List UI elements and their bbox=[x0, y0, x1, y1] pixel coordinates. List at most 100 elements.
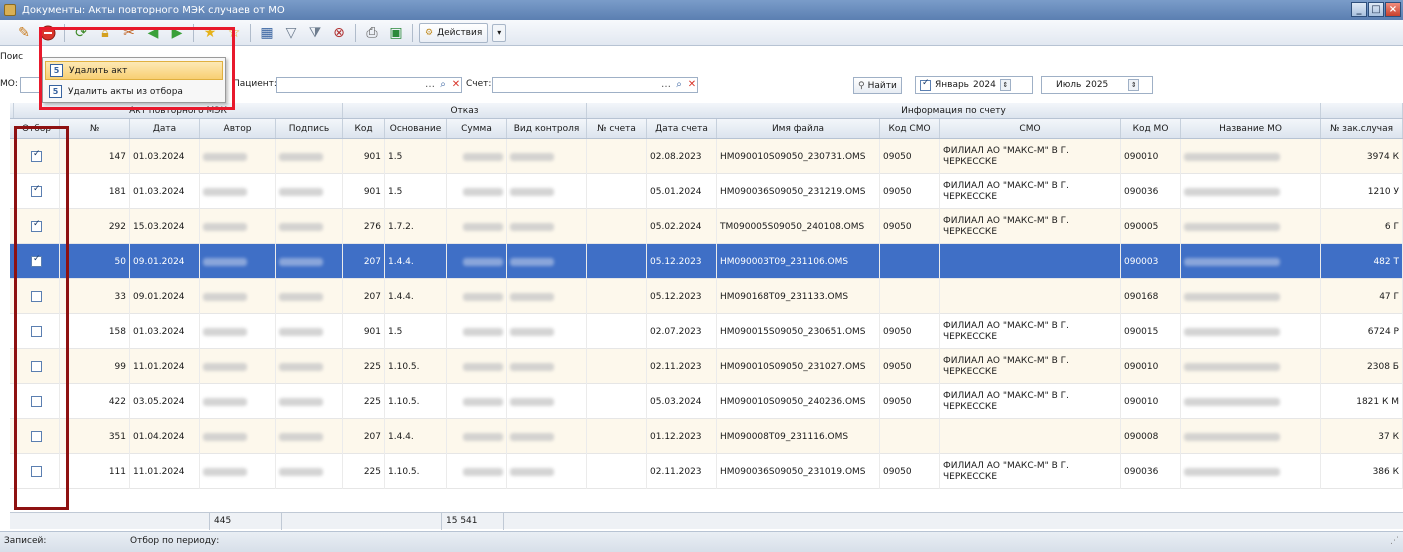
column-header[interactable]: Вид контроля bbox=[507, 119, 587, 138]
star-icon[interactable]: ☆ bbox=[224, 23, 244, 43]
table-row[interactable]: 33 09.01.2024 207 1.4.4. 05.12.2023 HM090168T… bbox=[10, 279, 1403, 314]
table-cell-mo: 090036 bbox=[1121, 174, 1181, 209]
find-button[interactable]: ⚲ Найти bbox=[853, 77, 902, 94]
calendar-icon[interactable]: ▦ bbox=[257, 23, 277, 43]
table-row[interactable]: 158 01.03.2024 901 1.5 02.07.2023 HM090015S09… bbox=[10, 314, 1403, 349]
redacted-text bbox=[1184, 327, 1280, 336]
table-row[interactable]: 422 03.05.2024 225 1.10.5. 05.03.2024 HM09001… bbox=[10, 384, 1403, 419]
group-header-row: * Акт повторного МЭК Отказ Информация по… bbox=[10, 103, 1403, 119]
redacted-text bbox=[203, 152, 247, 161]
search-icon[interactable]: ⌕ bbox=[436, 78, 450, 92]
table-row[interactable]: 18101.03.2024 9011.5 05.01.2024HM090036S09… bbox=[10, 174, 1403, 209]
column-header[interactable]: Дата счета bbox=[647, 119, 717, 138]
column-header[interactable]: Автор bbox=[200, 119, 276, 138]
resize-grip-icon[interactable]: ⋰ bbox=[1390, 536, 1399, 546]
table-cell-acc bbox=[587, 419, 647, 454]
table-cell-kod: 207 bbox=[343, 244, 385, 279]
print-icon[interactable]: ⎙ bbox=[362, 23, 382, 43]
arrow-left-icon[interactable]: ◀ bbox=[143, 23, 163, 43]
row-select-checkbox[interactable] bbox=[31, 396, 42, 407]
table-cell-acc bbox=[587, 454, 647, 489]
excel-icon[interactable]: ▣ bbox=[386, 23, 406, 43]
edit-pencil-icon[interactable]: ✎ bbox=[14, 23, 34, 43]
table-cell-accdate: 02.11.2023 bbox=[647, 349, 717, 384]
row-select-checkbox[interactable] bbox=[31, 431, 42, 442]
period-to[interactable]: Июль 2025 ⇕ bbox=[1041, 76, 1153, 94]
column-header[interactable]: Код МО bbox=[1121, 119, 1181, 138]
spin-icon[interactable]: ⇕ bbox=[1128, 79, 1140, 91]
delete-stop-icon[interactable] bbox=[38, 23, 58, 43]
column-header[interactable]: № bbox=[60, 119, 130, 138]
column-header[interactable]: № зак.случая bbox=[1321, 119, 1403, 138]
column-header[interactable]: Название МО bbox=[1181, 119, 1321, 138]
menu-item-delete-act[interactable]: 5 Удалить акт bbox=[45, 61, 223, 80]
menu-item-delete-selected[interactable]: 5 Удалить акты из отбора bbox=[45, 82, 223, 101]
clear-icon[interactable]: ✕ bbox=[685, 78, 699, 92]
column-header[interactable]: Подпись bbox=[276, 119, 343, 138]
actions-button[interactable]: ⚙ Действия bbox=[419, 22, 489, 43]
row-select-checkbox[interactable] bbox=[31, 326, 42, 337]
table-cell-smo: ФИЛИАЛ АО "МАКС-М" В Г. ЧЕРКЕССКЕ bbox=[940, 209, 1121, 244]
redacted-text bbox=[463, 432, 503, 441]
ellipsis-icon[interactable]: … bbox=[659, 78, 673, 92]
column-header[interactable]: Отбор bbox=[14, 119, 60, 138]
clear-icon[interactable]: ✕ bbox=[449, 78, 463, 92]
row-select-checkbox[interactable] bbox=[31, 184, 42, 197]
spin-icon[interactable]: ⇕ bbox=[999, 79, 1011, 91]
star-add-icon[interactable]: ★ bbox=[200, 23, 220, 43]
group-header-act: Акт повторного МЭК bbox=[14, 103, 343, 118]
column-header[interactable]: Сумма bbox=[447, 119, 507, 138]
column-header[interactable]: № счета bbox=[587, 119, 647, 138]
table-row[interactable]: 351 01.04.2024 207 1.4.4. 01.12.2023 HM090008… bbox=[10, 419, 1403, 454]
search-icon[interactable]: ⌕ bbox=[672, 78, 686, 92]
table-cell-date: 15.03.2024 bbox=[130, 209, 200, 244]
table-cell-case: 37 К bbox=[1321, 419, 1403, 454]
table-cell-smo_code: 09050 bbox=[880, 349, 940, 384]
maximize-button[interactable]: □ bbox=[1368, 2, 1384, 17]
table-row[interactable]: 111 11.01.2024 225 1.10.5. 02.11.2023 HM09003… bbox=[10, 454, 1403, 489]
filter-icon[interactable]: ▽ bbox=[281, 23, 301, 43]
table-cell-mo: 090008 bbox=[1121, 419, 1181, 454]
arrow-right-icon[interactable]: ▶ bbox=[167, 23, 187, 43]
table-cell-acc bbox=[587, 384, 647, 419]
row-select-checkbox[interactable] bbox=[31, 291, 42, 302]
lock-icon[interactable]: 🔒︎ bbox=[95, 23, 115, 43]
table-row[interactable]: 99 11.01.2024 225 1.10.5. 02.11.2023 HM090010… bbox=[10, 349, 1403, 384]
row-select-checkbox[interactable] bbox=[31, 219, 42, 232]
row-select-checkbox[interactable] bbox=[31, 361, 42, 372]
table-row[interactable]: 14701.03.2024 9011.5 02.08.2023HM090010S09… bbox=[10, 139, 1403, 174]
redacted-text bbox=[463, 222, 503, 231]
minimize-button[interactable]: _ bbox=[1351, 2, 1367, 17]
redacted-text bbox=[510, 397, 554, 406]
table-cell-case: 386 К bbox=[1321, 454, 1403, 489]
row-select-checkbox[interactable] bbox=[31, 254, 42, 267]
period-checkbox[interactable] bbox=[920, 78, 931, 91]
column-header[interactable]: Основание bbox=[385, 119, 447, 138]
table-cell-acc bbox=[587, 244, 647, 279]
table-cell-file: HM090008T09_231116.OMS bbox=[717, 419, 880, 454]
mo-input[interactable] bbox=[20, 77, 40, 93]
table-cell-num: 50 bbox=[60, 244, 130, 279]
row-select-checkbox[interactable] bbox=[31, 466, 42, 477]
row-select-checkbox[interactable] bbox=[31, 149, 42, 162]
filter-clear-icon[interactable]: ⊗ bbox=[329, 23, 349, 43]
column-header[interactable]: Имя файла bbox=[717, 119, 880, 138]
table-cell-accdate: 05.03.2024 bbox=[647, 384, 717, 419]
refresh-icon[interactable]: ⟳ bbox=[71, 23, 91, 43]
actions-dropdown-chevron-icon[interactable]: ▾ bbox=[492, 23, 507, 42]
table-cell-num: 351 bbox=[60, 419, 130, 454]
column-header[interactable]: Дата bbox=[130, 119, 200, 138]
ellipsis-icon[interactable]: … bbox=[423, 78, 437, 92]
table-cell-kod: 901 bbox=[343, 314, 385, 349]
close-button[interactable]: × bbox=[1385, 2, 1401, 17]
period-from[interactable]: Январь 2024 ⇕ bbox=[915, 76, 1033, 94]
column-header[interactable]: Код СМО bbox=[880, 119, 940, 138]
unlock-icon[interactable]: ✂ bbox=[119, 23, 139, 43]
menu-item-label: Удалить акты из отбора bbox=[68, 86, 183, 97]
table-row[interactable]: 29215.03.2024 2761.7.2. 05.02.2024TM090005… bbox=[10, 209, 1403, 244]
table-row[interactable]: 5009.01.2024 2071.4.4. 05.12.2023HM090003T… bbox=[10, 244, 1403, 279]
filter-edit-icon[interactable]: ⧩ bbox=[305, 23, 325, 43]
app-icon bbox=[4, 4, 16, 16]
column-header[interactable]: СМО bbox=[940, 119, 1121, 138]
column-header[interactable]: Код bbox=[343, 119, 385, 138]
